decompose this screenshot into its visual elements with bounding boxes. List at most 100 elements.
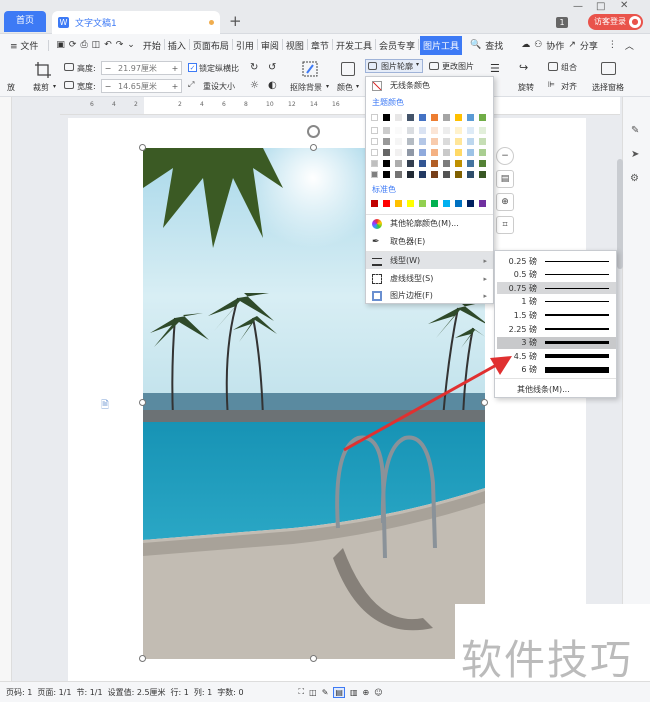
- edit-view-icon[interactable]: ✎: [322, 688, 329, 697]
- rotate-handle-icon[interactable]: [307, 125, 320, 138]
- print-icon[interactable]: ⎙: [78, 40, 89, 50]
- color-swatch[interactable]: [431, 160, 438, 167]
- new-tab-button[interactable]: +: [229, 12, 242, 30]
- color-swatch[interactable]: [443, 114, 450, 121]
- width-increase-button[interactable]: +: [169, 82, 181, 91]
- outline-button[interactable]: 图片轮廓 ▾: [365, 59, 423, 73]
- standard-color-row[interactable]: [371, 200, 491, 208]
- color-swatch[interactable]: [407, 138, 414, 145]
- close-icon[interactable]: ✕: [620, 0, 628, 11]
- line-weight-option[interactable]: 1 磅: [497, 296, 616, 308]
- color-swatch[interactable]: [443, 149, 450, 156]
- color-swatch[interactable]: [383, 114, 390, 121]
- change-picture-button[interactable]: 更改图片: [442, 61, 474, 72]
- color-swatch[interactable]: [371, 138, 378, 145]
- undo-icon[interactable]: ↶: [102, 40, 114, 50]
- color-swatch[interactable]: [479, 171, 486, 178]
- resize-handle[interactable]: [139, 144, 146, 151]
- dash-type-item[interactable]: 虚线线型(S) ▸: [366, 270, 493, 287]
- crop-button[interactable]: 裁剪: [33, 82, 49, 93]
- tab-menu-item[interactable]: 会员专享: [377, 39, 417, 52]
- file-menu[interactable]: ≡ 文件: [8, 39, 40, 52]
- color-swatch[interactable]: [467, 138, 474, 145]
- theme-color-grid[interactable]: [371, 114, 491, 182]
- zoom-out-icon[interactable]: −: [496, 147, 514, 165]
- eyedropper-item[interactable]: ✒ 取色器(E): [366, 233, 493, 250]
- pen-icon[interactable]: ✎: [631, 125, 639, 136]
- status-row[interactable]: 行: 1: [171, 687, 189, 698]
- page-view-icon[interactable]: ▤: [333, 686, 345, 698]
- color-swatch[interactable]: [455, 200, 462, 207]
- color-chevron-icon[interactable]: ▾: [356, 83, 359, 90]
- group-button[interactable]: 组合: [561, 62, 577, 73]
- eye-care-icon[interactable]: ☺: [374, 688, 382, 697]
- color-swatch[interactable]: [419, 171, 426, 178]
- color-swatch[interactable]: [395, 114, 402, 121]
- status-col[interactable]: 列: 1: [194, 687, 212, 698]
- maximize-icon[interactable]: □: [596, 1, 605, 12]
- tab-menu-item[interactable]: 开始: [141, 39, 163, 52]
- redo-icon[interactable]: ↷: [114, 40, 126, 50]
- line-weight-option[interactable]: 1.5 磅: [497, 309, 616, 321]
- color-swatch[interactable]: [407, 127, 414, 134]
- lock-ratio-checkbox[interactable]: ✓: [188, 63, 197, 72]
- resize-handle[interactable]: [310, 655, 317, 662]
- crop-icon[interactable]: [34, 61, 52, 79]
- more-chevron-icon[interactable]: ⌄: [125, 40, 137, 50]
- width-value[interactable]: 14.65厘米: [114, 81, 169, 92]
- color-swatch[interactable]: [419, 114, 426, 121]
- color-swatch[interactable]: [371, 171, 378, 178]
- color-swatch[interactable]: [419, 149, 426, 156]
- width-decrease-button[interactable]: −: [102, 82, 114, 91]
- color-swatch[interactable]: [395, 160, 402, 167]
- read-view-icon[interactable]: ▥: [350, 688, 358, 697]
- save-icon[interactable]: ▣: [54, 40, 67, 50]
- color-swatch[interactable]: [419, 160, 426, 167]
- tab-menu-item[interactable]: 视图: [284, 39, 306, 52]
- color-swatch[interactable]: [431, 127, 438, 134]
- rotate-right-icon[interactable]: ↺: [268, 62, 276, 73]
- color-swatch[interactable]: [407, 149, 414, 156]
- search-icon[interactable]: 🔍: [468, 40, 483, 50]
- color-swatch[interactable]: [395, 127, 402, 134]
- login-button[interactable]: 访客登录 ●: [588, 14, 643, 30]
- color-swatch[interactable]: [479, 160, 486, 167]
- remove-bg-button[interactable]: 抠除背景: [290, 82, 322, 93]
- align-button[interactable]: 对齐: [561, 81, 577, 92]
- status-page[interactable]: 页码: 1: [6, 687, 32, 698]
- tab-menu-item[interactable]: 章节: [309, 39, 331, 52]
- align-icon[interactable]: ⊫: [548, 80, 555, 89]
- color-swatch[interactable]: [431, 200, 438, 207]
- color-swatch[interactable]: [479, 127, 486, 134]
- color-swatch[interactable]: [431, 171, 438, 178]
- color-swatch[interactable]: [407, 160, 414, 167]
- color-swatch[interactable]: [479, 138, 486, 145]
- home-tab[interactable]: 首页: [4, 11, 46, 32]
- line-type-item[interactable]: 线型(W) ▸: [366, 252, 493, 269]
- remove-bg-chevron-icon[interactable]: ▾: [326, 83, 329, 90]
- color-swatch[interactable]: [407, 114, 414, 121]
- remove-bg-icon[interactable]: [301, 60, 319, 78]
- height-value[interactable]: 21.97厘米: [114, 63, 169, 74]
- color-swatch[interactable]: [431, 138, 438, 145]
- width-stepper[interactable]: − 14.65厘米 +: [101, 79, 182, 93]
- color-swatch[interactable]: [455, 171, 462, 178]
- color-swatch[interactable]: [443, 138, 450, 145]
- scrollbar[interactable]: [617, 159, 623, 269]
- tab-menu-item[interactable]: 引用: [234, 39, 256, 52]
- search-label[interactable]: 查找: [483, 39, 505, 52]
- window-count-badge[interactable]: 1: [556, 17, 568, 28]
- lock-ratio-label[interactable]: 锁定纵横比: [199, 63, 239, 74]
- group-icon[interactable]: [548, 62, 558, 71]
- brightness-icon[interactable]: ☼: [250, 80, 259, 91]
- color-swatch[interactable]: [395, 138, 402, 145]
- color-swatch[interactable]: [419, 138, 426, 145]
- contrast-icon[interactable]: ◐: [268, 80, 277, 91]
- resize-handle[interactable]: [139, 655, 146, 662]
- collapse-ribbon-icon[interactable]: ︿: [623, 39, 636, 52]
- layout-icon[interactable]: ▤: [496, 170, 514, 188]
- fit-icon[interactable]: ⛶: [299, 687, 305, 697]
- color-swatch[interactable]: [443, 160, 450, 167]
- line-weight-option[interactable]: 0.25 磅: [497, 255, 616, 267]
- select-pane-icon[interactable]: [601, 62, 616, 75]
